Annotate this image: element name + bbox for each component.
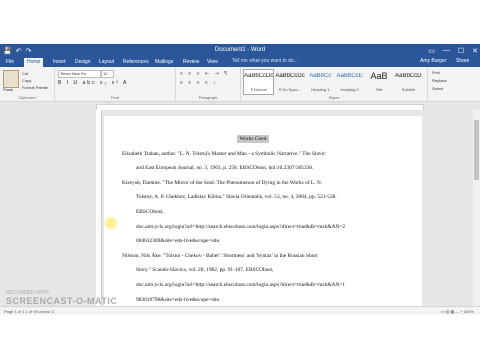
style-name: Title [375, 87, 383, 92]
editing-group: Find Replace Select [432, 69, 447, 93]
style-name: Subtitle [401, 87, 415, 92]
document-text[interactable]: Works Cited Elizabeth Trahan, author. "L… [122, 135, 384, 311]
paragraph-buttons-row2[interactable]: ≡ ≡ ≡ ≡ ↕ [180, 80, 218, 86]
font-name-select[interactable]: Times New Ro [58, 70, 101, 78]
citation-line: EBSCOhost, [136, 208, 164, 215]
heading-text: Works Cited [236, 135, 270, 143]
close-button[interactable]: ✕ [472, 47, 478, 55]
paragraph-buttons-row1[interactable]: ≡ ≡ ≡ ⇤ ⇥ ¶ [180, 71, 229, 77]
tab-view[interactable]: View [204, 58, 221, 67]
vertical-scrollbar[interactable] [473, 110, 480, 306]
select-button[interactable]: Select [432, 85, 447, 93]
cut-button[interactable]: Cut [22, 70, 48, 77]
paste-icon[interactable] [3, 70, 19, 88]
style-no-spacing[interactable]: AaBbCcDc ¶ No Spac... [274, 69, 305, 95]
styles-gallery: AaBbCcDc ¶ Normal AaBbCcDc ¶ No Spac... … [243, 69, 423, 95]
document-area: Works Cited Elizabeth Trahan, author. "L… [0, 110, 480, 316]
status-left[interactable]: Page 1 of 1 1 of 90 words ☐ [4, 309, 54, 314]
citation-line: Nilsson, Nils Åke. "Tolstoi - Chekov - B… [122, 252, 318, 259]
style-name: Heading 2 [340, 87, 359, 92]
citation-line: and East European Journal, no. 3, 1963, … [136, 165, 314, 172]
styles-label: Styles [328, 95, 340, 100]
tab-layout[interactable]: Layout [96, 58, 117, 67]
font-format-buttons[interactable]: B I U abc x₂ x² A [58, 80, 128, 86]
clipboard-items: Cut Copy Format Painter [22, 70, 48, 91]
paragraph-group: ≡ ≡ ≡ ⇤ ⇥ ¶ ≡ ≡ ≡ ≡ ↕ Paragraph [176, 67, 241, 101]
style-title[interactable]: AaB Title [364, 69, 393, 95]
mouse-cursor-highlight [105, 217, 117, 229]
ribbon-home: Paste Cut Copy Format Painter Clipboard … [0, 67, 480, 102]
ribbon-display-options-icon[interactable]: ▭ [428, 47, 435, 55]
style-heading-1[interactable]: AaBbCc Heading 1 [306, 69, 335, 95]
style-heading-2[interactable]: AaBbCcE Heading 2 [335, 69, 364, 95]
tell-me-search[interactable]: Tell me what you want to do... [232, 58, 298, 64]
font-label: Font [110, 95, 119, 100]
replace-button[interactable]: Replace [432, 77, 447, 85]
citation-line: Story." Scando-Slavica, vol. 28, 1982, p… [136, 267, 274, 274]
minimize-button[interactable]: — [443, 47, 450, 54]
style-name: ¶ No Spac... [279, 87, 301, 92]
clipboard-label: Clipboard [18, 95, 36, 100]
style-sample: AaBbCc [309, 73, 332, 79]
style-name: ¶ Normal [250, 87, 267, 92]
citation-line: Tolstoy, A. P. Chekhov, Ladislav Klima."… [136, 194, 337, 201]
style-subtitle[interactable]: AaBbCcD Subtitle [394, 69, 423, 95]
style-sample: AaBbCcE [336, 73, 363, 79]
citation-line: doc.aim.ycls.org/login?url=http://search… [136, 281, 346, 288]
app-window: 💾 ↶ ↷ Document1 - Word ▭ — ☐ ✕ File Home… [0, 0, 480, 360]
format-painter-button[interactable]: Format Painter [22, 84, 48, 91]
document-page[interactable]: Works Cited Elizabeth Trahan, author. "L… [104, 116, 422, 316]
watermark-line2: SCREENCAST-O-MATIC [6, 296, 118, 306]
citation-line: Elizabeth Trahan, author. "L. N. Tolstoj… [122, 150, 326, 157]
tab-mailings[interactable]: Mailings [152, 58, 176, 67]
citation-line: Kiseyok, Damnie. "The Mirror of the Soul… [122, 179, 323, 186]
citation-line: 004632369&site=eds-live&scope=site. [136, 238, 221, 245]
clipboard-group: Paste Cut Copy Format Painter Clipboard [0, 67, 55, 101]
style-name: Heading 1 [311, 87, 330, 92]
works-cited-heading: Works Cited [122, 135, 384, 151]
paragraph-label: Paragraph [198, 95, 218, 100]
find-button[interactable]: Find [432, 69, 447, 77]
style-sample: AaBbCcDc [275, 73, 305, 79]
status-right[interactable]: ▭ ▤ ▦ — + 100% [441, 309, 474, 314]
window-title: Document1 - Word [214, 47, 266, 53]
tab-home[interactable]: Home [24, 58, 44, 67]
scrollbar-thumb[interactable] [474, 120, 479, 180]
font-size-select[interactable]: 12 [101, 70, 114, 78]
paste-button[interactable]: Paste [3, 87, 13, 92]
window-controls: ▭ — ☐ ✕ [428, 44, 478, 57]
share-button[interactable]: Share [456, 58, 469, 64]
title-bar: 💾 ↶ ↷ Document1 - Word ▭ — ☐ ✕ [0, 44, 480, 57]
tab-insert[interactable]: Insert [50, 58, 69, 67]
user-name[interactable]: Amy Burger [420, 58, 446, 64]
horizontal-ruler [0, 102, 480, 111]
tab-design[interactable]: Design [72, 58, 94, 67]
vertical-ruler [96, 110, 102, 306]
tab-file[interactable]: File [3, 58, 17, 67]
style-normal[interactable]: AaBbCcDc ¶ Normal [243, 69, 275, 95]
style-sample: AaB [370, 71, 388, 81]
ribbon-tabs: File Home Insert Design Layout Reference… [0, 57, 480, 67]
tab-review[interactable]: Review [180, 58, 202, 67]
copy-button[interactable]: Copy [22, 77, 48, 84]
style-sample: AaBbCcD [395, 73, 422, 79]
font-group: Times New Ro 12 B I U abc x₂ x² A Font [55, 67, 176, 101]
citation-line: doc.aim.ycls.org/login?url=http://search… [136, 223, 346, 230]
screencast-watermark: RECORDED WITH SCREENCAST-O-MATIC [6, 290, 117, 306]
letterbox-top [0, 0, 480, 44]
tab-references[interactable]: References [120, 58, 152, 67]
letterbox-bottom [0, 315, 480, 360]
styles-group: AaBbCcDc ¶ Normal AaBbCcDc ¶ No Spac... … [241, 67, 428, 101]
style-sample: AaBbCcDc [244, 73, 274, 79]
maximize-button[interactable]: ☐ [458, 47, 464, 55]
